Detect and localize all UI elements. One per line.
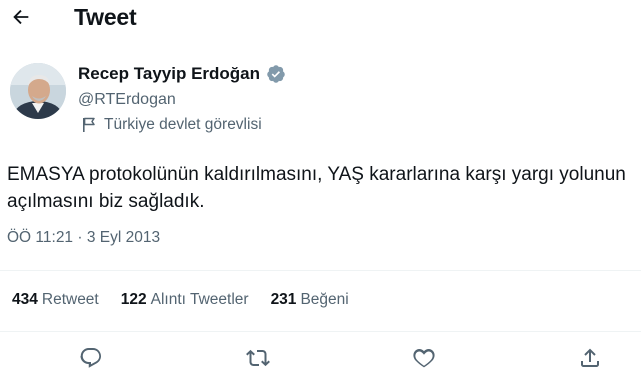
verified-badge-icon[interactable] (266, 64, 286, 84)
header: Tweet (0, 0, 641, 36)
tweet-text-line: açılmasını biz sağladık. (7, 191, 205, 212)
like-icon[interactable] (412, 346, 436, 370)
divider (0, 270, 641, 271)
quote-count[interactable]: 122 Alıntı Tweetler (121, 291, 249, 309)
avatar[interactable] (10, 63, 66, 119)
divider (0, 331, 641, 332)
reply-icon[interactable] (79, 346, 103, 370)
account-label-text: Türkiye devlet görevlisi (104, 116, 262, 133)
like-count[interactable]: 231 Beğeni (271, 291, 349, 309)
account-label: Türkiye devlet görevlisi (82, 116, 262, 134)
back-arrow-icon[interactable] (10, 6, 32, 28)
retweet-count[interactable]: 434 Retweet (12, 291, 99, 309)
author-handle[interactable]: @RTErdogan (78, 91, 286, 109)
author-name[interactable]: Recep Tayyip Erdoğan (78, 64, 260, 84)
share-icon[interactable] (578, 346, 602, 370)
tweet-text: EMASYA protokolünün kaldırılmasını, YAŞ … (7, 161, 641, 215)
avatar-image (10, 63, 66, 119)
author-info: Recep Tayyip Erdoğan @RTErdogan (78, 64, 286, 109)
flag-icon (83, 117, 95, 132)
tweet-actions (0, 338, 641, 380)
tweet-text-line: EMASYA protokolünün kaldırılmasını, YAŞ … (7, 164, 626, 185)
tweet-stats: 434 Retweet 122 Alıntı Tweetler 231 Beğeni (12, 291, 349, 309)
tweet-timestamp[interactable]: ÖÖ 11:21 · 3 Eyl 2013 (7, 229, 160, 247)
page-title: Tweet (74, 4, 137, 30)
retweet-icon[interactable] (246, 346, 270, 370)
